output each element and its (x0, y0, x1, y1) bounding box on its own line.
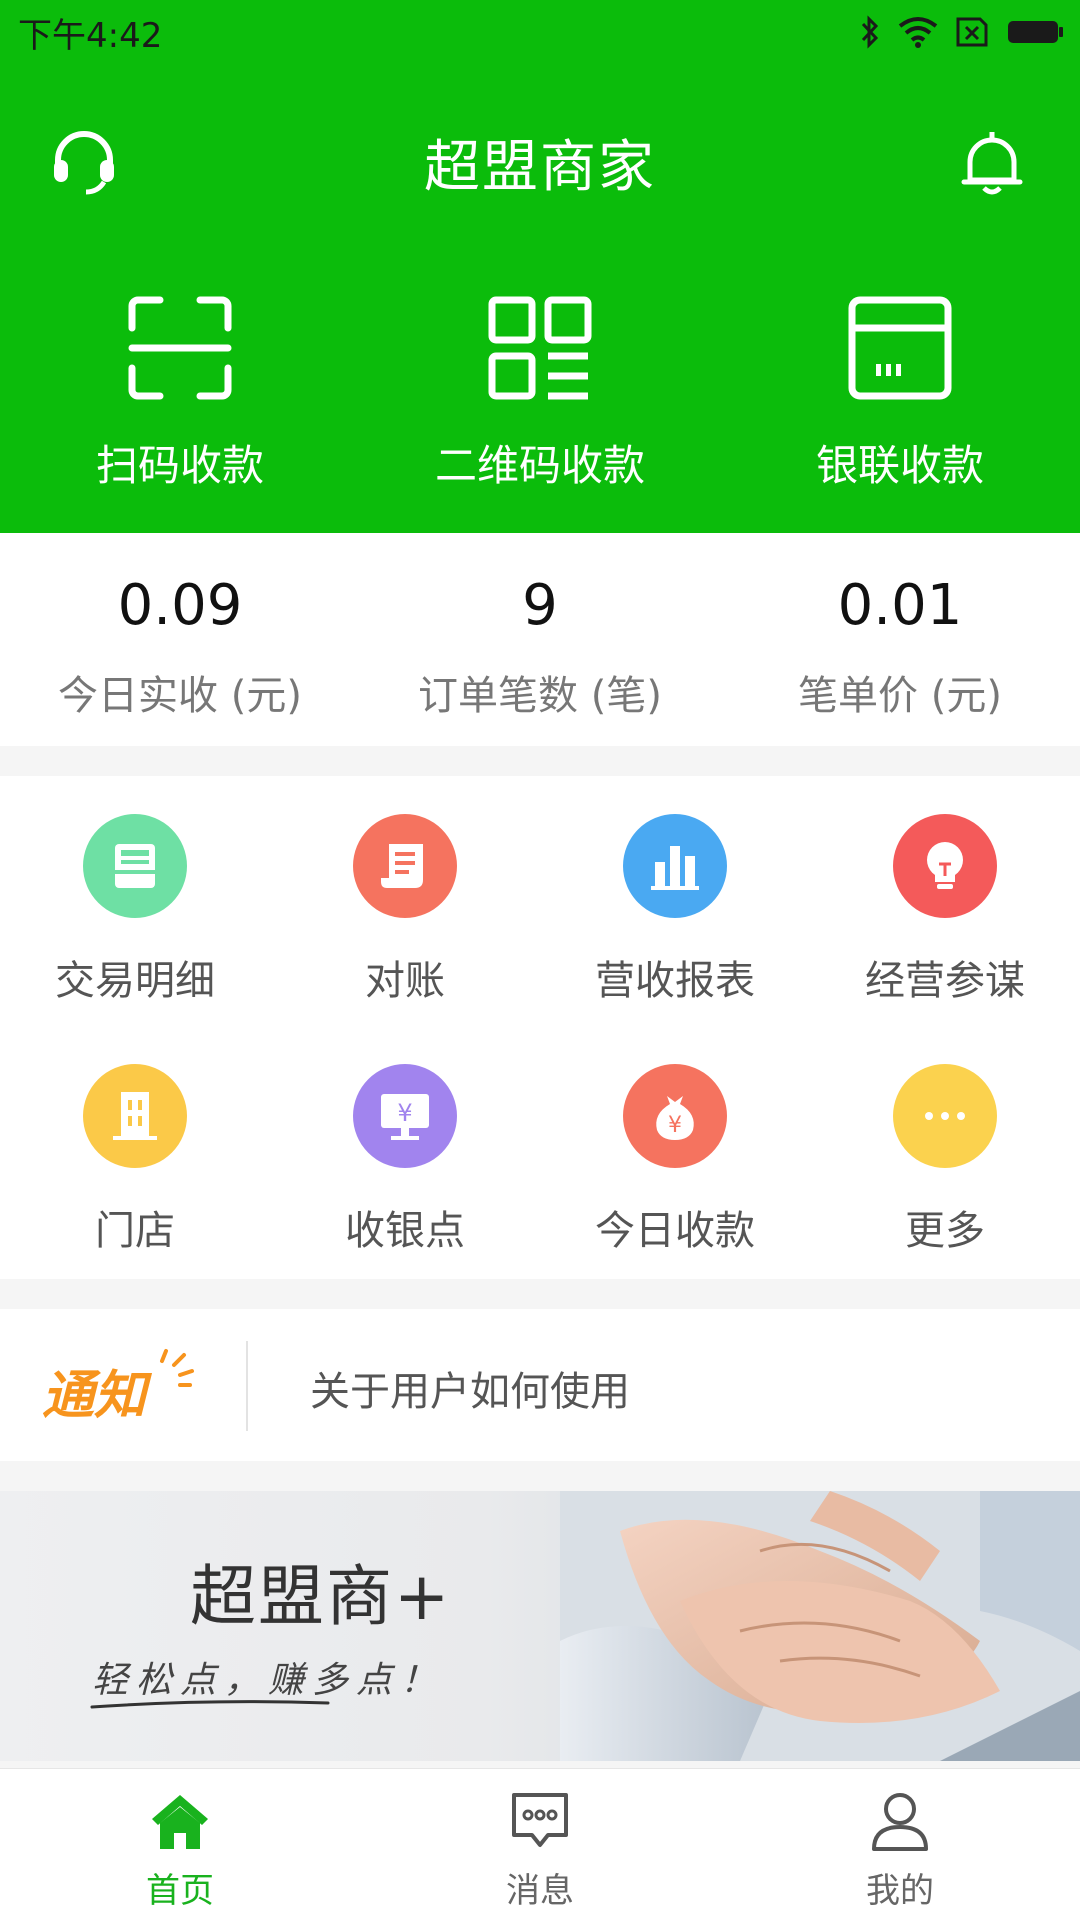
svg-text:¥: ¥ (397, 1099, 412, 1127)
page-title: 超盟商家 (424, 135, 656, 200)
money-bag-icon-bg: ¥ (623, 1064, 727, 1168)
grid-item-label: 对账 (365, 958, 445, 1004)
grid-item-label: 更多 (905, 1208, 985, 1254)
battery-icon (1008, 21, 1063, 43)
qrcode-payment-label: 二维码收款 (434, 441, 645, 490)
scan-payment-button[interactable]: 扫码收款 (0, 290, 360, 500)
bell-icon[interactable] (956, 126, 1028, 198)
ledger-icon (111, 844, 159, 888)
stat-label: 今日实收 (元) (58, 673, 302, 719)
bluetooth-icon (861, 15, 879, 49)
banner-title: 超盟商+ (190, 1558, 452, 1635)
feature-grid: 交易明细 对账 营收报表 经营参谋 门店 ¥ 收银点 ¥ 今日收款 更多 (0, 776, 1080, 1279)
cashier-monitor-icon: ¥ (381, 1094, 429, 1140)
grid-item-label: 收银点 (345, 1208, 465, 1254)
tab-profile[interactable]: 我的 (720, 1769, 1080, 1920)
grid-item-cashier-point[interactable]: ¥ 收银点 (270, 1026, 540, 1276)
status-icons (860, 12, 1064, 52)
wifi-icon (898, 17, 938, 48)
scan-payment-label: 扫码收款 (95, 441, 264, 490)
stat-order-count[interactable]: 9 订单笔数 (笔) (360, 533, 720, 746)
scroll-icon (381, 844, 423, 888)
more-icon (925, 1112, 965, 1120)
notice-bar[interactable]: 通知 关于用户如何使用 (0, 1309, 1080, 1461)
banner-slogan: 轻松点，赚多点！ (92, 1660, 445, 1701)
status-time: 下午4:42 (18, 16, 163, 56)
qrcode-icon (488, 296, 592, 400)
more-icon-bg (893, 1064, 997, 1168)
stat-value: 0.01 (837, 573, 963, 638)
grid-item-today-collection[interactable]: ¥ 今日收款 (540, 1026, 810, 1276)
bottom-tab-bar: 首页 消息 我的 (0, 1768, 1080, 1920)
stat-unit-price[interactable]: 0.01 笔单价 (元) (720, 533, 1080, 746)
card-icon (848, 296, 952, 400)
tab-label: 消息 (506, 1871, 574, 1911)
grid-item-label: 门店 (95, 1208, 175, 1254)
store-icon-bg (83, 1064, 187, 1168)
no-sim-icon (956, 17, 988, 47)
promo-banner[interactable]: 超盟商+ 轻松点，赚多点！ (0, 1491, 1080, 1761)
notice-badge: 通知 (40, 1347, 210, 1427)
tab-home[interactable]: 首页 (0, 1769, 360, 1920)
grid-item-label: 经营参谋 (865, 958, 1025, 1004)
grid-item-transactions[interactable]: 交易明细 (0, 776, 270, 1026)
title-bar: 超盟商家 (0, 100, 1080, 220)
qrcode-payment-button[interactable]: 二维码收款 (360, 290, 720, 500)
grid-item-more[interactable]: 更多 (810, 1026, 1080, 1276)
money-bag-icon: ¥ (656, 1096, 694, 1140)
grid-item-reconcile[interactable]: 对账 (270, 776, 540, 1026)
payment-methods: 扫码收款 二维码收款 银联收款 (0, 290, 1080, 500)
status-bar: 下午4:42 (0, 0, 1080, 60)
notice-badge-text: 通知 (42, 1366, 153, 1426)
bar-chart-icon (651, 846, 699, 890)
grid-item-revenue-report[interactable]: 营收报表 (540, 776, 810, 1026)
stat-today-income[interactable]: 0.09 今日实收 (元) (0, 533, 360, 746)
store-icon (113, 1092, 157, 1140)
stat-value: 0.09 (117, 573, 243, 638)
unionpay-payment-label: 银联收款 (815, 441, 984, 490)
hands-together-image (560, 1491, 1080, 1761)
grid-item-label: 营收报表 (595, 958, 755, 1004)
lightbulb-icon-bg (893, 814, 997, 918)
notice-badge-graphic: 通知 (42, 1349, 194, 1426)
tab-label: 我的 (866, 1871, 934, 1911)
grid-item-label: 交易明细 (55, 958, 215, 1004)
today-stats: 0.09 今日实收 (元) 9 订单笔数 (笔) 0.01 笔单价 (元) (0, 533, 1080, 746)
notice-text[interactable]: 关于用户如何使用 (310, 1359, 630, 1417)
ledger-icon-bg (83, 814, 187, 918)
grid-item-business-advisor[interactable]: 经营参谋 (810, 776, 1080, 1026)
lightbulb-icon (927, 842, 963, 889)
app-header: 下午4:42 超盟商家 扫码收款 二维码收款 银联收款 (0, 0, 1080, 533)
slogan-underline (90, 1700, 330, 1709)
stat-label: 订单笔数 (笔) (418, 673, 662, 719)
scan-icon (128, 296, 232, 400)
grid-item-label: 今日收款 (595, 1208, 755, 1254)
cashier-monitor-icon-bg: ¥ (353, 1064, 457, 1168)
grid-item-store[interactable]: 门店 (0, 1026, 270, 1276)
svg-text:¥: ¥ (668, 1113, 682, 1138)
tab-messages[interactable]: 消息 (360, 1769, 720, 1920)
unionpay-payment-button[interactable]: 银联收款 (720, 290, 1080, 500)
stat-label: 笔单价 (元) (798, 673, 1002, 719)
home-icon (152, 1795, 208, 1849)
profile-icon (872, 1793, 928, 1851)
scroll-icon-bg (353, 814, 457, 918)
divider (246, 1341, 248, 1431)
stat-value: 9 (522, 573, 558, 638)
message-icon (512, 1793, 568, 1847)
bar-chart-icon-bg (623, 814, 727, 918)
tab-label: 首页 (146, 1871, 214, 1911)
